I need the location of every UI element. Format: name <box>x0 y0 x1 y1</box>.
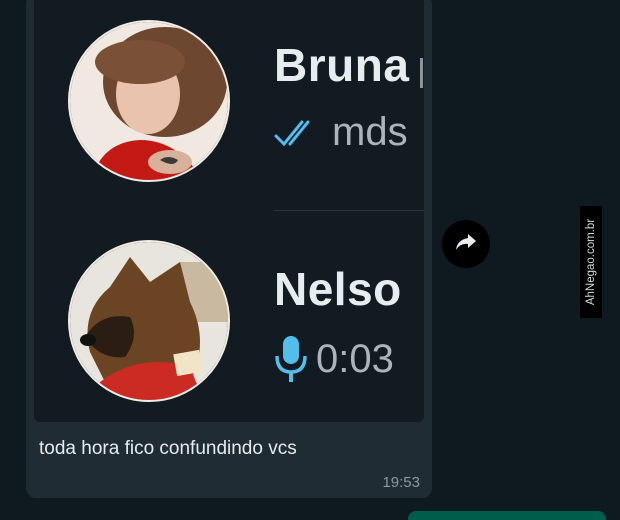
forward-arrow-icon <box>454 232 478 257</box>
watermark-text: AhNegao.com.br <box>585 218 598 306</box>
microphone-icon <box>274 334 308 384</box>
text-cursor <box>420 58 423 88</box>
watermark: AhNegao.com.br <box>580 206 602 318</box>
contact-name: Nelso <box>274 263 402 315</box>
forward-button[interactable] <box>442 220 490 268</box>
voice-duration: 0:03 <box>316 336 394 381</box>
chat-list-item: Bruna mds <box>34 0 424 204</box>
message-text: toda hora fico confundindo vcs <box>39 438 297 459</box>
double-check-icon <box>274 116 324 150</box>
contact-name: Bruna <box>274 39 410 91</box>
divider <box>274 210 424 211</box>
chat-screen: Bruna mds Nelso 0:03 toda hora fico conf… <box>0 0 620 520</box>
avatar-dog <box>68 240 230 402</box>
last-message-preview: mds <box>274 110 408 155</box>
screenshot-image[interactable]: Bruna mds Nelso 0:03 <box>34 0 424 422</box>
outgoing-message-bubble[interactable] <box>408 511 606 520</box>
last-message-text: mds <box>332 110 408 154</box>
avatar-woman <box>68 20 230 182</box>
chat-list-item: Nelso 0:03 <box>34 212 424 422</box>
message-time: 19:53 <box>382 474 420 491</box>
last-message-preview: 0:03 <box>274 334 394 384</box>
message-bubble[interactable]: Bruna mds Nelso 0:03 toda hora fico conf… <box>26 0 432 498</box>
